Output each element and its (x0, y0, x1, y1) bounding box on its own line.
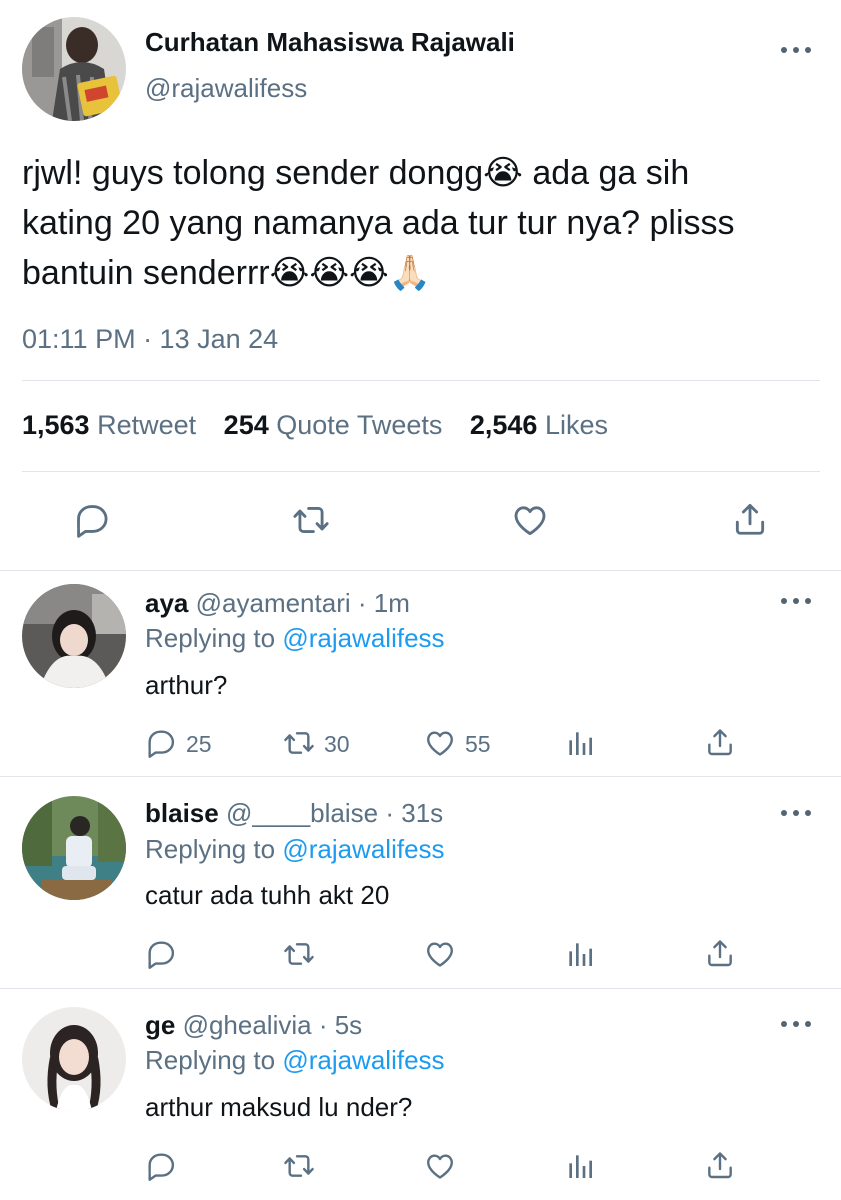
reply-text: catur ada tuhh akt 20 (145, 880, 390, 910)
divider (0, 570, 841, 571)
share-icon[interactable] (704, 726, 736, 758)
retweets-label: Retweet (97, 410, 197, 440)
divider (0, 776, 841, 777)
tweet-text-line: bantuin senderrr😭😭😭🙏🏻 (22, 254, 432, 292)
replying-to: Replying to @rajawalifess (145, 623, 445, 654)
replying-to-link[interactable]: @rajawalifess (282, 1045, 444, 1075)
like-icon[interactable] (424, 938, 456, 970)
reply-header: ge @ghealivia · 5s (145, 1010, 362, 1041)
reply-author-name[interactable]: ge (145, 1010, 175, 1040)
tweet-text-line: rjwl! guys tolong sender dongg😭 ada ga s… (22, 154, 690, 192)
retweet-icon[interactable] (292, 501, 330, 539)
quotes-stat[interactable]: 254 Quote Tweets (224, 410, 443, 440)
reply-header: blaise @____blaise · 31s (145, 798, 443, 829)
replying-to-prefix: Replying to (145, 1045, 276, 1075)
reply-icon[interactable] (73, 501, 111, 539)
analytics-icon[interactable] (564, 938, 596, 970)
share-icon[interactable] (704, 937, 736, 969)
reply-count: 25 (186, 731, 212, 757)
retweets-count: 1,563 (22, 410, 90, 440)
reply-author-name[interactable]: blaise (145, 798, 219, 828)
more-icon[interactable] (781, 42, 811, 58)
reply-avatar[interactable] (22, 796, 126, 900)
reply-text: arthur maksud lu nder? (145, 1092, 413, 1122)
share-icon[interactable] (704, 1149, 736, 1181)
reply-icon[interactable] (145, 1150, 177, 1182)
likes-count: 2,546 (469, 410, 538, 440)
reply-author-handle[interactable]: @____blaise (226, 798, 378, 828)
analytics-icon[interactable] (564, 1150, 596, 1182)
replying-to-prefix: Replying to (145, 834, 276, 864)
retweet-icon[interactable] (283, 727, 315, 759)
more-icon[interactable] (781, 805, 811, 821)
retweet-icon[interactable] (283, 938, 315, 970)
reply-avatar[interactable] (22, 584, 126, 688)
tweet-text-line: kating 20 yang namanya ada tur tur nya? … (22, 204, 735, 242)
analytics-icon[interactable] (564, 727, 596, 759)
likes-label: Likes (544, 410, 608, 440)
share-icon[interactable] (731, 500, 769, 538)
retweet-icon[interactable] (283, 1150, 315, 1182)
author-name[interactable]: Curhatan Mahasiswa Rajawali (145, 27, 515, 58)
reply-author-name[interactable]: aya (145, 588, 188, 618)
reply-icon[interactable] (145, 938, 177, 970)
reply-author-handle[interactable]: @ayamentari (196, 588, 351, 618)
like-icon[interactable] (424, 1150, 456, 1182)
reply-author-handle[interactable]: @ghealivia (183, 1010, 312, 1040)
more-icon[interactable] (781, 1016, 811, 1032)
reply-text: arthur? (145, 670, 228, 700)
reply-time[interactable]: · 1m (358, 588, 410, 618)
replying-to-link[interactable]: @rajawalifess (282, 623, 444, 653)
author-avatar[interactable] (22, 17, 126, 121)
tweet-stats: 1,563 Retweet 254 Quote Tweets 2,546 Lik… (22, 410, 608, 441)
like-icon[interactable] (424, 727, 456, 759)
reply-header: aya @ayamentari · 1m (145, 588, 410, 619)
reply-time[interactable]: · 5s (319, 1010, 362, 1040)
like-icon[interactable] (511, 501, 549, 539)
reply-avatar[interactable] (22, 1007, 126, 1111)
reply-time[interactable]: · 31s (385, 798, 443, 828)
tweet-text: rjwl! guys tolong sender dongg😭 ada ga s… (22, 148, 735, 298)
more-icon[interactable] (781, 593, 811, 609)
quotes-label: Quote Tweets (276, 410, 443, 440)
divider (0, 988, 841, 989)
reply-icon[interactable] (145, 727, 177, 759)
replying-to: Replying to @rajawalifess (145, 834, 445, 865)
replying-to: Replying to @rajawalifess (145, 1045, 445, 1076)
divider (22, 471, 820, 472)
author-handle[interactable]: @rajawalifess (145, 73, 307, 104)
replying-to-prefix: Replying to (145, 623, 276, 653)
like-count: 55 (465, 731, 491, 757)
quotes-count: 254 (223, 410, 269, 440)
retweet-count: 30 (324, 731, 350, 757)
divider (22, 380, 820, 381)
tweet-timestamp[interactable]: 01:11 PM · 13 Jan 24 (22, 324, 278, 355)
retweets-stat[interactable]: 1,563 Retweet (22, 410, 196, 440)
replying-to-link[interactable]: @rajawalifess (282, 834, 444, 864)
likes-stat[interactable]: 2,546 Likes (470, 410, 608, 440)
